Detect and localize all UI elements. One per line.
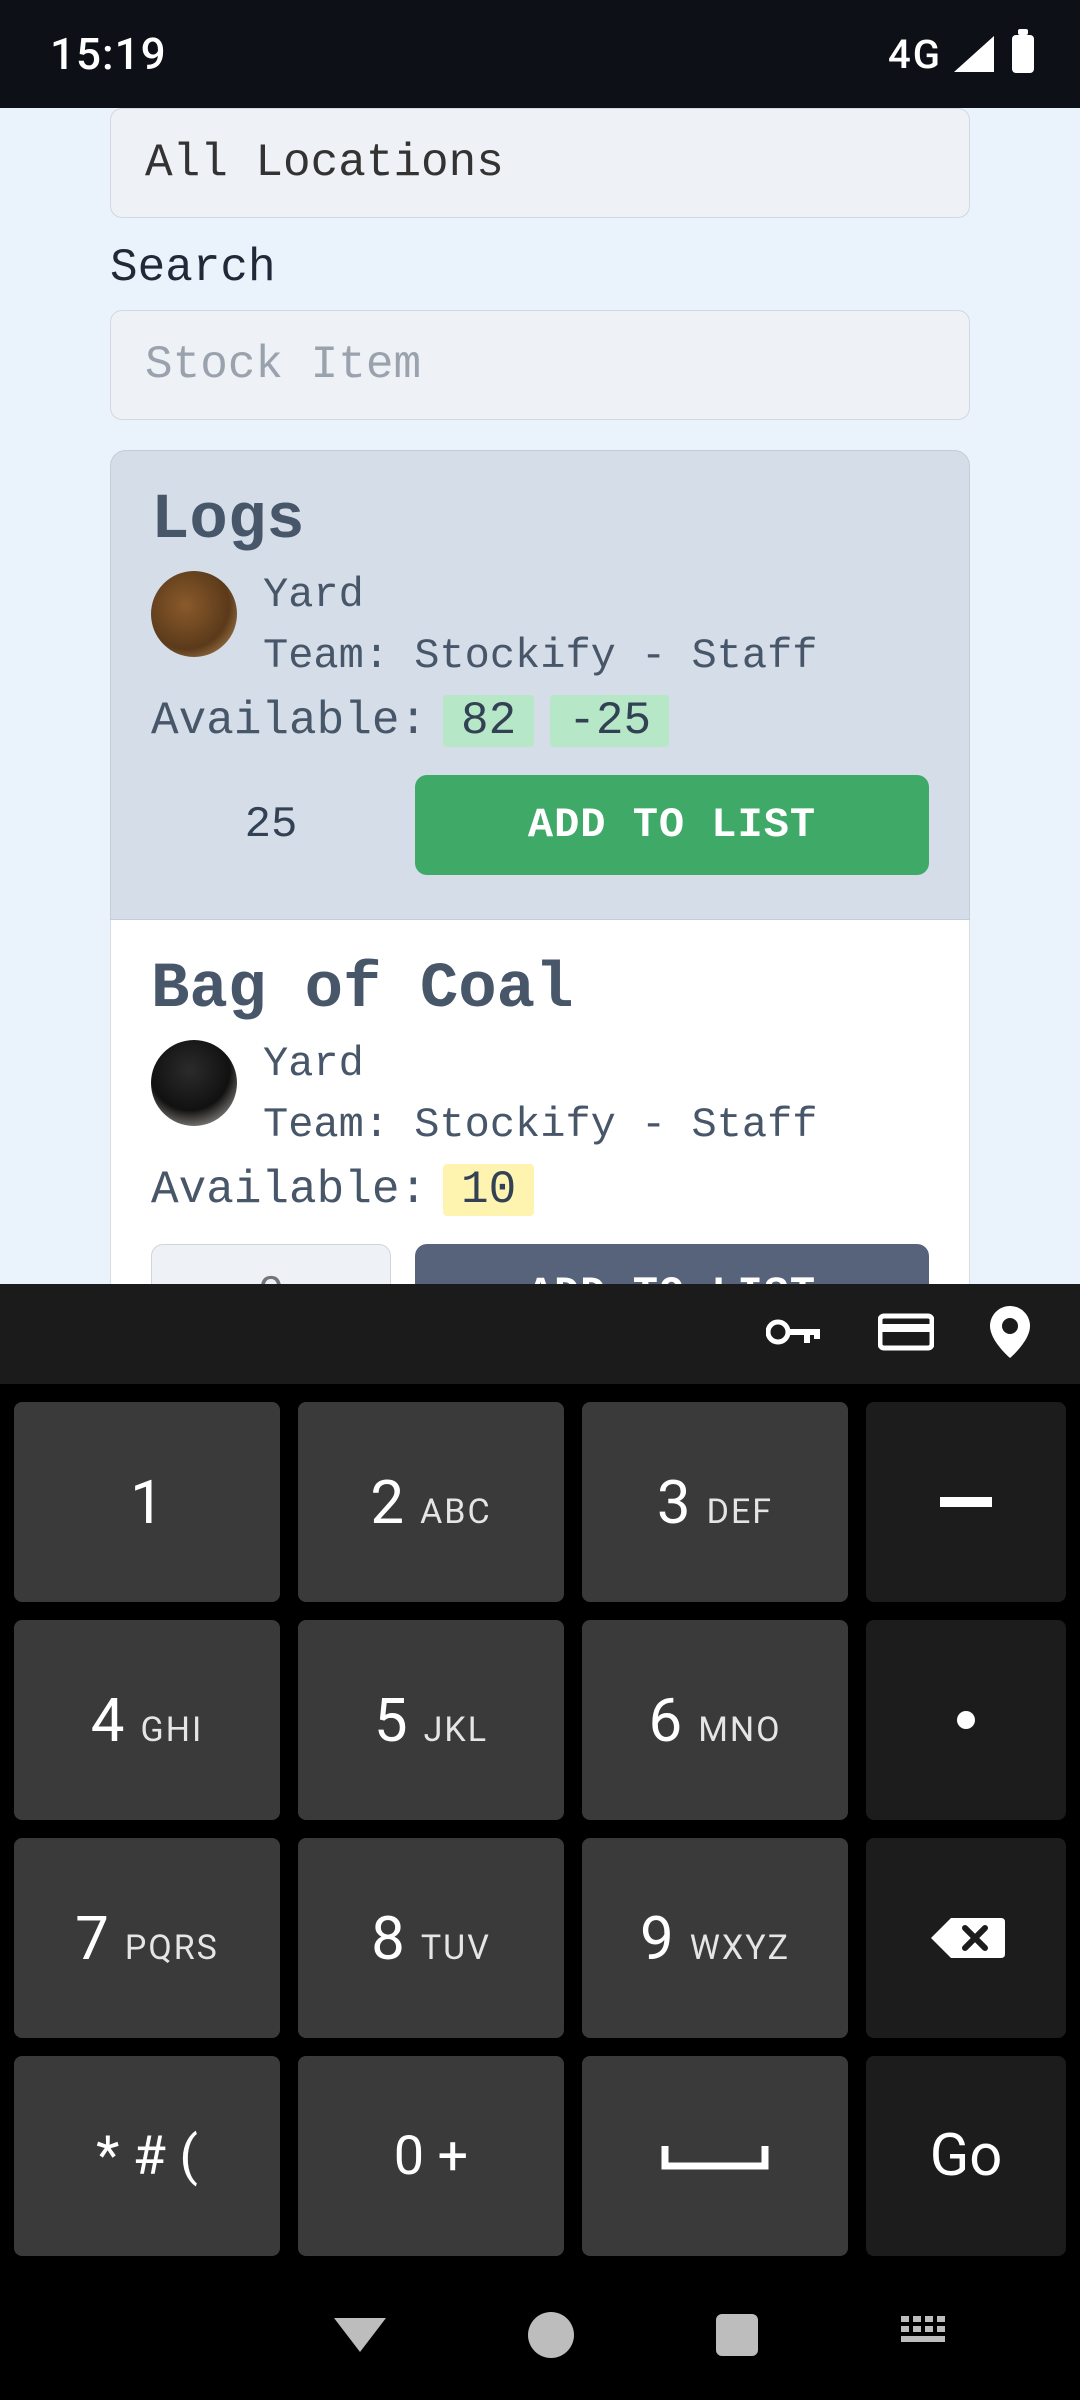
add-to-list-button[interactable]: ADD TO LIST bbox=[415, 1244, 929, 1284]
stock-location: Yard bbox=[263, 565, 818, 626]
stock-thumbnail bbox=[151, 571, 237, 657]
stock-card: Bag of Coal Yard Team: Stockify - Staff … bbox=[110, 920, 970, 1284]
key-backspace[interactable] bbox=[866, 1838, 1066, 2038]
key-space[interactable] bbox=[582, 2056, 848, 2256]
key-6[interactable]: 6MNO bbox=[582, 1620, 848, 1820]
search-input[interactable] bbox=[110, 310, 970, 420]
battery-icon bbox=[1012, 35, 1034, 73]
location-select-value: All Locations bbox=[145, 137, 504, 189]
stock-title: Logs bbox=[151, 485, 929, 557]
nav-keyboard-switch-icon[interactable] bbox=[901, 2316, 949, 2355]
quantity-input[interactable] bbox=[151, 775, 391, 875]
available-label: Available: bbox=[151, 695, 427, 747]
key-7[interactable]: 7PQRS bbox=[14, 1838, 280, 2038]
key-5[interactable]: 5JKL bbox=[298, 1620, 564, 1820]
nav-back-icon[interactable] bbox=[334, 2318, 386, 2352]
status-bar: 15:19 4G bbox=[0, 0, 1080, 108]
status-indicators: 4G bbox=[888, 31, 1034, 78]
soft-keyboard: 1 2ABC 3DEF 4GHI 5JKL 6MNO 7PQRS 8TUV 9W… bbox=[0, 1284, 1080, 2270]
key-symbols[interactable]: * # ( bbox=[14, 2056, 280, 2256]
quantity-input[interactable] bbox=[151, 1244, 391, 1284]
stock-title: Bag of Coal bbox=[151, 954, 929, 1026]
nav-home-icon[interactable] bbox=[528, 2312, 574, 2358]
key-3[interactable]: 3DEF bbox=[582, 1402, 848, 1602]
signal-icon bbox=[954, 36, 994, 72]
add-to-list-button[interactable]: ADD TO LIST bbox=[415, 775, 929, 875]
dash-icon bbox=[940, 1497, 992, 1507]
stock-card: Logs Yard Team: Stockify - Staff Availab… bbox=[110, 450, 970, 920]
stock-team: Team: Stockify - Staff bbox=[263, 626, 818, 687]
card-icon[interactable] bbox=[878, 1312, 934, 1357]
space-icon bbox=[655, 2136, 775, 2176]
available-value: 82 bbox=[443, 695, 534, 747]
system-nav-bar bbox=[0, 2270, 1080, 2400]
key-1[interactable]: 1 bbox=[14, 1402, 280, 1602]
nav-recent-icon[interactable] bbox=[716, 2314, 758, 2356]
key-go[interactable]: Go bbox=[866, 2056, 1066, 2256]
key-8[interactable]: 8TUV bbox=[298, 1838, 564, 2038]
dot-icon bbox=[957, 1711, 975, 1729]
search-label: Search bbox=[110, 242, 970, 294]
key-9[interactable]: 9WXYZ bbox=[582, 1838, 848, 2038]
keyboard-toolbar bbox=[0, 1284, 1080, 1384]
backspace-icon bbox=[927, 1914, 1005, 1962]
password-key-icon[interactable] bbox=[766, 1314, 822, 1355]
location-pin-icon[interactable] bbox=[990, 1306, 1030, 1363]
app-content: All Locations Search Logs Yard Team: Sto… bbox=[0, 108, 1080, 1284]
key-2[interactable]: 2ABC bbox=[298, 1402, 564, 1602]
key-4[interactable]: 4GHI bbox=[14, 1620, 280, 1820]
key-0[interactable]: 0 + bbox=[298, 2056, 564, 2256]
status-time: 15:19 bbox=[50, 28, 167, 80]
stock-thumbnail bbox=[151, 1040, 237, 1126]
network-label: 4G bbox=[888, 31, 942, 78]
location-select[interactable]: All Locations bbox=[110, 108, 970, 218]
key-dot[interactable] bbox=[866, 1620, 1066, 1820]
available-label: Available: bbox=[151, 1164, 427, 1216]
stock-location: Yard bbox=[263, 1034, 818, 1095]
available-value: 10 bbox=[443, 1164, 534, 1216]
key-dash[interactable] bbox=[866, 1402, 1066, 1602]
available-delta: -25 bbox=[550, 695, 669, 747]
stock-team: Team: Stockify - Staff bbox=[263, 1095, 818, 1156]
